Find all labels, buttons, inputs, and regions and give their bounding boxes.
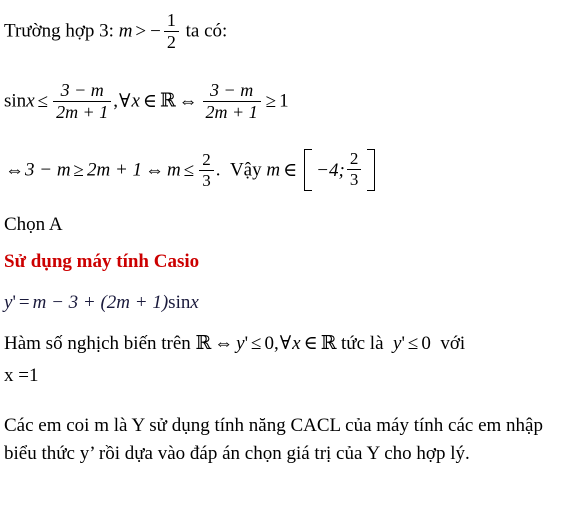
iff-symbol: ⇔ [214,333,234,354]
left-expression: 3 − m [25,159,71,181]
casio-instructions-paragraph: Các em coi m là Y sử dụng tính năng CACL… [4,415,543,464]
fraction-denominator: 2m + 1 [53,100,112,122]
fraction-3-minus-m-over-2m-plus-1: 3 − m 2m + 1 [53,80,112,122]
fraction-denominator: 2 [163,30,179,52]
answer-choice-line: Chọn A [4,214,63,235]
less-equal-symbol: ≤ [251,333,262,354]
voi-label: với [440,333,466,354]
element-of-symbol: ∈ [142,90,157,112]
minus-symbol: − [150,20,161,42]
element-of-symbol: ∈ [303,333,318,354]
casio-section-heading: Sử dụng máy tính Casio [4,251,200,272]
less-equal-symbol: ≤ [183,159,195,181]
derivative-formula-line: y' = m − 3 + (2m + 1)sinx [4,293,199,312]
less-equal-symbol-2: ≤ [407,333,419,354]
inequality-line-1: sinx ≤3 − m 2m + 1 ,∀x ∈ ℝ ⇔ 3 − m 2m + 1 ≥1 [4,80,289,122]
real-numbers-symbol-2: ℝ [320,332,337,354]
vay-label: Vậy [229,159,262,181]
inequality-line-2: ⇔3 − m ≥2m + 1 ⇔ m ≤2 3. Vậy m ∈ −4; 2 3 [4,149,376,192]
fraction-numerator: 2 [349,149,359,168]
derivative-rhs-first-part: m − 3 + [32,292,96,313]
greater-equal-symbol: ≥ [73,159,84,181]
case-3-label: Trường hợp 3: [4,20,114,42]
m-variable-2: m [266,159,281,181]
monotonicity-label: Hàm số nghịch biến trên [4,333,191,354]
sin-function-label: sin [168,292,191,313]
document-page: Trường hợp 3: m > −1 2 ta có: sinx ≤3 − m 2m … [0,0,581,505]
sin-function-label: sin [4,90,27,112]
period-mark: . [215,159,221,181]
forall-symbol: ∀ [118,90,131,112]
case-3-tail: ta có: [185,20,228,42]
fraction-numerator: 3 − m [210,80,254,100]
fraction-denominator: 3 [346,168,362,189]
fraction-one-half: 12 [163,10,179,52]
monotonicity-condition-line: Hàm số nghịch biến trên ℝ ⇔ y' ≤0,∀x ∈ ℝ tức … [4,332,466,354]
m-variable: m [167,159,181,181]
constant-one: 1 [279,90,289,112]
right-square-bracket-icon [367,149,376,192]
forall-symbol: ∀ [279,333,292,354]
left-square-bracket-icon [304,149,313,192]
interval-upper-bound-fraction: 23 [346,149,362,189]
tuc-la-label: tức là [341,333,384,354]
real-numbers-symbol: ℝ [195,332,212,354]
interval-lower-bound: −4; [316,159,345,181]
zero-constant: 0, [264,333,279,354]
sin-argument: x [26,90,35,112]
sin-argument: x [190,292,199,313]
fraction-numerator: 2 [202,150,211,169]
fraction-3-minus-m-over-2m-plus-1-second: 3 − m 2m + 1 [202,80,261,122]
fraction-numerator: 1 [166,10,176,30]
right-expression: 2m + 1 [86,159,143,181]
fraction-denominator: 3 [199,169,214,190]
iff-symbol-2: ⇔ [145,159,165,181]
zero-constant-2: 0 [421,333,431,354]
fraction-two-thirds: 23 [199,151,214,189]
greater-than-symbol: > [135,20,147,42]
forall-variable: x [131,90,140,112]
x-equals-one-line: x =1 [4,365,39,386]
greater-equal-symbol: ≥ [265,90,277,112]
case-3-line: Trường hợp 3: m > −1 2 ta có: [4,10,228,52]
forall-variable: x [292,333,301,354]
iff-symbol: ⇔ [5,159,24,181]
iff-symbol: ⇔ [178,90,198,112]
less-equal-symbol: ≤ [37,90,49,112]
derivative-coefficient: (2m + 1) [100,292,169,313]
real-numbers-symbol: ℝ [159,89,176,112]
y-variable: y [236,333,245,354]
fraction-denominator: 2m + 1 [202,100,261,122]
fraction-numerator: 3 − m [60,80,104,100]
equals-symbol: = [18,292,30,313]
closed-interval: −4; 2 3 [304,149,376,192]
element-of-symbol: ∈ [283,159,298,181]
case-3-variable: m [118,20,133,42]
